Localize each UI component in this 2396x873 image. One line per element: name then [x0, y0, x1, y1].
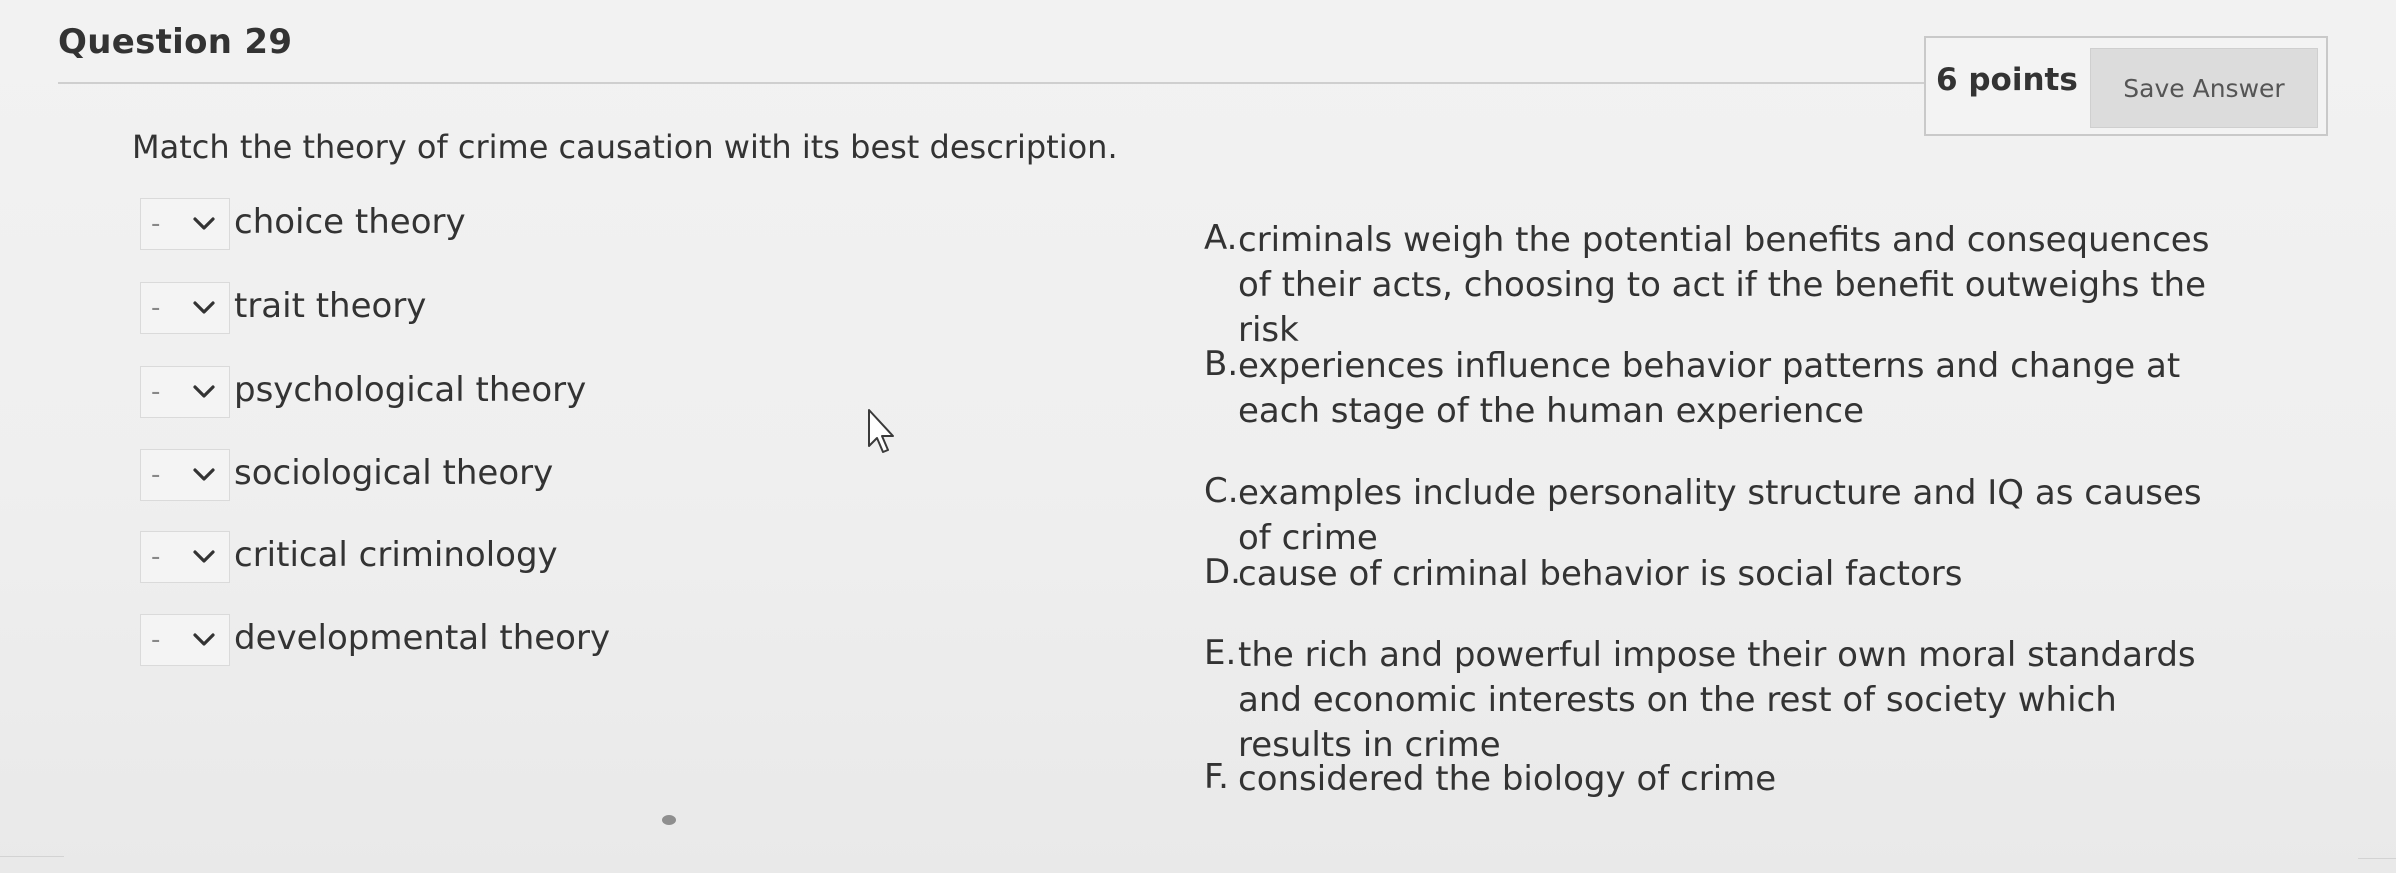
term-label: developmental theory — [234, 618, 611, 658]
match-select-psychological-theory[interactable]: - — [140, 366, 230, 418]
question-title: Question 29 — [58, 22, 293, 62]
term-label: psychological theory — [234, 370, 587, 410]
answer-f-letter: F. — [1204, 757, 1229, 797]
answer-d-text: cause of criminal behavior is social fac… — [1238, 554, 1963, 594]
chevron-down-icon — [193, 468, 215, 481]
select-value: - — [151, 209, 161, 239]
answer-d-letter: D. — [1204, 552, 1241, 592]
bottom-edge-left — [0, 856, 64, 857]
select-value: - — [151, 625, 161, 655]
match-select-critical-criminology[interactable]: - — [140, 531, 230, 583]
term-label: choice theory — [234, 202, 466, 242]
chevron-down-icon — [193, 550, 215, 563]
chevron-down-icon — [193, 301, 215, 314]
answer-c-text: examples include personality structure a… — [1238, 473, 2202, 558]
chevron-down-icon — [193, 633, 215, 646]
title-divider — [58, 82, 1924, 84]
answer-e-letter: E. — [1204, 633, 1237, 673]
answer-b-letter: B. — [1204, 344, 1239, 384]
match-select-developmental-theory[interactable]: - — [140, 614, 230, 666]
answer-a-letter: A. — [1204, 218, 1238, 258]
save-answer-button[interactable]: Save Answer — [2090, 48, 2318, 128]
answer-a-text: criminals weigh the potential benefits a… — [1238, 220, 2210, 350]
answer-f-text: considered the biology of crime — [1238, 759, 1777, 799]
answer-c-letter: C. — [1204, 471, 1239, 511]
screen-speck — [662, 815, 676, 825]
select-value: - — [151, 542, 161, 572]
answer-b-text: experiences influence behavior patterns … — [1238, 346, 2181, 431]
mouse-cursor-icon — [868, 409, 894, 453]
chevron-down-icon — [193, 385, 215, 398]
answer-e-text: the rich and powerful impose their own m… — [1238, 635, 2196, 765]
points-label: 6 points — [1936, 62, 2078, 98]
select-value: - — [151, 460, 161, 490]
term-label: sociological theory — [234, 453, 554, 493]
match-select-choice-theory[interactable]: - — [140, 198, 230, 250]
select-value: - — [151, 377, 161, 407]
match-select-sociological-theory[interactable]: - — [140, 449, 230, 501]
bottom-edge-right — [2358, 858, 2396, 859]
term-label: critical criminology — [234, 535, 558, 575]
term-label: trait theory — [234, 286, 427, 326]
select-value: - — [151, 293, 161, 323]
match-select-trait-theory[interactable]: - — [140, 282, 230, 334]
question-instructions: Match the theory of crime causation with… — [132, 128, 1118, 166]
chevron-down-icon — [193, 217, 215, 230]
